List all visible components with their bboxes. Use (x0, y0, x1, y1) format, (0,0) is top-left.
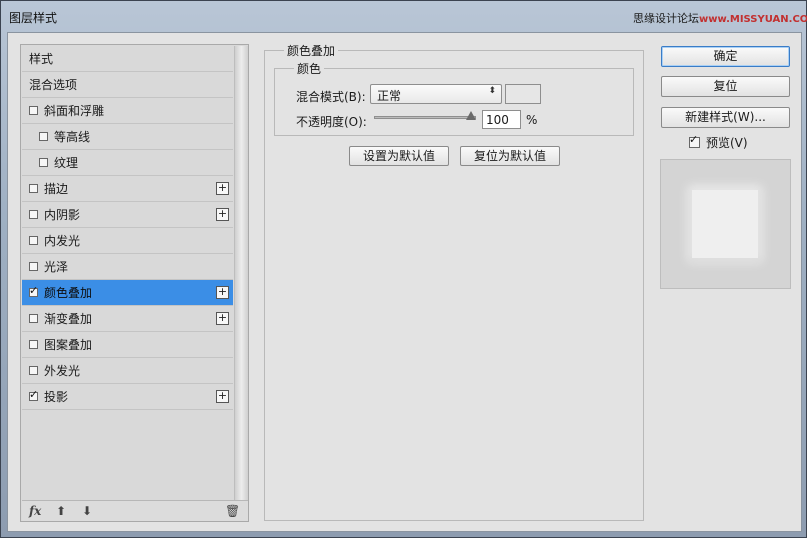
add-style-icon[interactable]: + (216, 286, 229, 299)
style-label: 光泽 (44, 260, 69, 274)
style-checkbox[interactable] (29, 284, 38, 297)
add-style-icon[interactable]: + (216, 208, 229, 221)
style-checkbox[interactable] (39, 158, 48, 167)
preview-option[interactable]: 预览(V) (689, 133, 748, 151)
styles-bottom-bar: fx ⬆ ⬇ 🗑 (22, 500, 248, 521)
style-label: 混合选项 (29, 78, 78, 92)
add-style-icon[interactable]: + (216, 390, 229, 403)
preview-checkbox[interactable] (689, 133, 700, 148)
style-row[interactable]: 斜面和浮雕 (22, 98, 233, 124)
opacity-slider-thumb[interactable] (466, 111, 476, 120)
opacity-label: 不透明度(O): (296, 115, 367, 129)
style-row[interactable]: 描边 + (22, 176, 233, 202)
dialog-body: 样式混合选项斜面和浮雕等高线纹理描边+内阴影+内发光光泽颜色叠加+渐变叠加+图案… (7, 32, 802, 532)
style-row[interactable]: 外发光 (22, 358, 233, 384)
preview-swatch (692, 190, 758, 258)
style-checkbox[interactable] (29, 184, 38, 193)
style-checkbox[interactable] (29, 388, 38, 401)
style-label: 等高线 (54, 130, 91, 144)
reset-button[interactable]: 复位 (661, 76, 790, 97)
style-checkbox[interactable] (39, 132, 48, 141)
style-row[interactable]: 内发光 (22, 228, 233, 254)
ok-button[interactable]: 确定 (661, 46, 790, 67)
blend-mode-select[interactable]: 正常 ⬍ (370, 84, 502, 104)
style-row[interactable]: 颜色叠加 + (22, 280, 233, 306)
style-label: 斜面和浮雕 (44, 104, 105, 118)
reset-default-button[interactable]: 复位为默认值 (460, 146, 560, 166)
style-label: 颜色叠加 (44, 286, 93, 300)
opacity-input[interactable]: 100 (482, 110, 521, 129)
fx-icon[interactable]: fx (29, 504, 41, 518)
watermark-site: www.MISSYUAN.COM (699, 14, 807, 25)
title-bar: 图层样式 思缘设计论坛www.MISSYUAN.COM (1, 1, 807, 31)
style-checkbox[interactable] (29, 106, 38, 115)
arrow-up-icon[interactable]: ⬆ (56, 504, 66, 518)
style-label: 图案叠加 (44, 338, 93, 352)
set-default-button[interactable]: 设置为默认值 (349, 146, 449, 166)
style-label: 外发光 (44, 364, 81, 378)
style-label: 样式 (29, 52, 54, 66)
color-overlay-title: 颜色叠加 (284, 42, 339, 59)
color-subgroup-title: 颜色 (294, 60, 325, 77)
preview-label: 预览(V) (706, 136, 748, 150)
styles-list: 样式混合选项斜面和浮雕等高线纹理描边 + 内阴影 + 内发光光泽颜色叠加 + 渐变叠加 + 图案… (22, 46, 233, 500)
style-row[interactable]: 等高线 (22, 124, 233, 150)
opacity-unit: % (526, 113, 538, 127)
style-label: 渐变叠加 (44, 312, 93, 326)
updown-arrow-icon: ⬍ (488, 86, 496, 96)
add-style-icon[interactable]: + (216, 182, 229, 195)
style-checkbox[interactable] (29, 262, 38, 271)
style-row[interactable]: 投影 + (22, 384, 233, 410)
style-row[interactable]: 样式 (22, 46, 233, 72)
blend-mode-value: 正常 (377, 89, 402, 103)
watermark: 思缘设计论坛www.MISSYUAN.COM (633, 10, 807, 26)
trash-icon[interactable]: 🗑 (225, 504, 240, 518)
style-label: 纹理 (54, 156, 79, 170)
style-row[interactable]: 内阴影 + (22, 202, 233, 228)
style-label: 投影 (44, 390, 69, 404)
style-checkbox[interactable] (29, 236, 38, 245)
style-row[interactable]: 纹理 (22, 150, 233, 176)
opacity-slider[interactable] (374, 116, 476, 119)
style-label: 内发光 (44, 234, 81, 248)
style-row[interactable]: 渐变叠加 + (22, 306, 233, 332)
overlay-color-swatch[interactable] (505, 84, 541, 104)
watermark-prefix: 思缘设计论坛 (633, 12, 699, 25)
styles-panel: 样式混合选项斜面和浮雕等高线纹理描边 + 内阴影 + 内发光光泽颜色叠加 + 渐变叠加 + 图案… (20, 44, 249, 522)
style-row[interactable]: 光泽 (22, 254, 233, 280)
style-label: 描边 (44, 182, 69, 196)
blend-mode-label: 混合模式(B): (296, 90, 366, 104)
dialog-title: 图层样式 (9, 11, 58, 25)
style-checkbox[interactable] (29, 366, 38, 375)
dialog-window: 图层样式 思缘设计论坛www.MISSYUAN.COM 样式混合选项斜面和浮雕等… (0, 0, 807, 538)
style-checkbox[interactable] (29, 210, 38, 219)
arrow-down-icon[interactable]: ⬇ (82, 504, 92, 518)
style-checkbox[interactable] (29, 340, 38, 349)
style-checkbox[interactable] (29, 314, 38, 323)
styles-scrollbar[interactable] (234, 46, 248, 500)
preview-thumbnail (660, 159, 791, 289)
style-row[interactable]: 混合选项 (22, 72, 233, 98)
style-row[interactable]: 图案叠加 (22, 332, 233, 358)
new-style-button[interactable]: 新建样式(W)... (661, 107, 790, 128)
add-style-icon[interactable]: + (216, 312, 229, 325)
style-label: 内阴影 (44, 208, 81, 222)
